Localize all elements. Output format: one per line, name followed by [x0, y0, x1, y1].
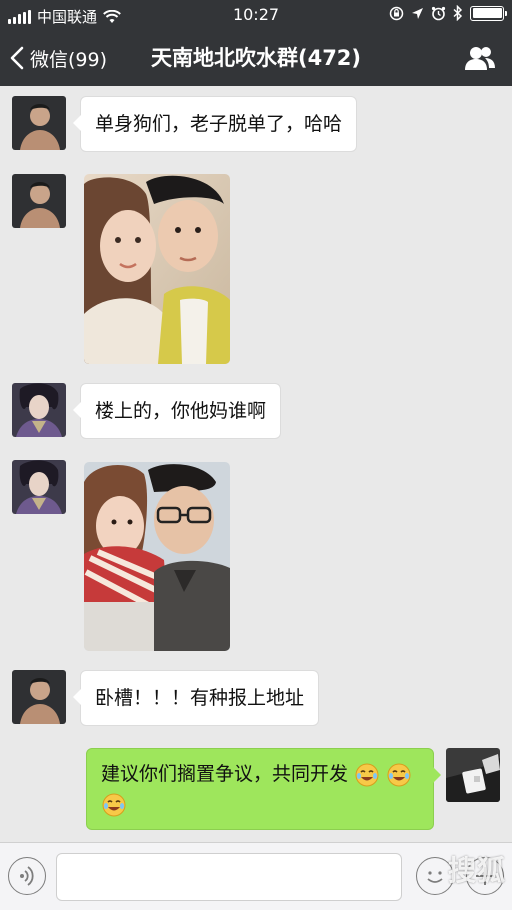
- chat-area[interactable]: 单身狗们，老子脱单了，哈哈 楼上的，你他妈谁啊 卧槽！！！有种报上地址 建议你们…: [0, 86, 512, 842]
- laugh-cry-emoji: [355, 763, 379, 786]
- avatar[interactable]: [12, 460, 66, 514]
- avatar[interactable]: [12, 383, 66, 437]
- location-arrow-icon: [412, 7, 423, 19]
- back-label: 微信(99): [30, 48, 108, 71]
- alarm-icon: [431, 6, 446, 20]
- input-bar: 搜狐: [0, 842, 512, 910]
- group-members-icon[interactable]: [464, 44, 496, 72]
- battery-icon: [470, 5, 507, 21]
- more-button[interactable]: [466, 857, 504, 895]
- status-bar: 中国联通 10:27: [0, 0, 512, 30]
- message-bubble[interactable]: 单身狗们，老子脱单了，哈哈: [72, 96, 358, 152]
- nav-bar: 微信(99) 天南地北吹水群(472): [0, 30, 512, 86]
- laugh-cry-emoji: [387, 763, 411, 786]
- voice-icon: [20, 866, 34, 886]
- avatar[interactable]: [12, 174, 66, 228]
- self-message-text: 建议你们搁置争议，共同开发: [101, 763, 349, 785]
- message-bubble[interactable]: 卧槽！！！有种报上地址: [72, 670, 320, 726]
- rotation-lock-icon: [389, 6, 404, 20]
- self-message-bubble[interactable]: 建议你们搁置争议，共同开发: [86, 748, 441, 830]
- status-right: [389, 5, 507, 21]
- voice-button[interactable]: [8, 857, 46, 895]
- avatar[interactable]: [12, 670, 66, 724]
- chevron-left-icon: [10, 46, 24, 70]
- back-button[interactable]: 微信(99): [10, 30, 107, 86]
- message-input[interactable]: [56, 853, 402, 901]
- plus-icon: [476, 867, 494, 885]
- self-avatar[interactable]: [446, 748, 500, 802]
- emoji-face-icon: [427, 871, 443, 883]
- couple-photo-2[interactable]: [84, 462, 230, 651]
- emoji-button[interactable]: [416, 857, 454, 895]
- message-bubble[interactable]: 楼上的，你他妈谁啊: [72, 383, 282, 439]
- laugh-cry-emoji: [102, 793, 126, 816]
- avatar[interactable]: [12, 96, 66, 150]
- battery-fill: [472, 8, 502, 18]
- couple-photo-1[interactable]: [84, 174, 230, 364]
- bluetooth-icon: [453, 5, 463, 21]
